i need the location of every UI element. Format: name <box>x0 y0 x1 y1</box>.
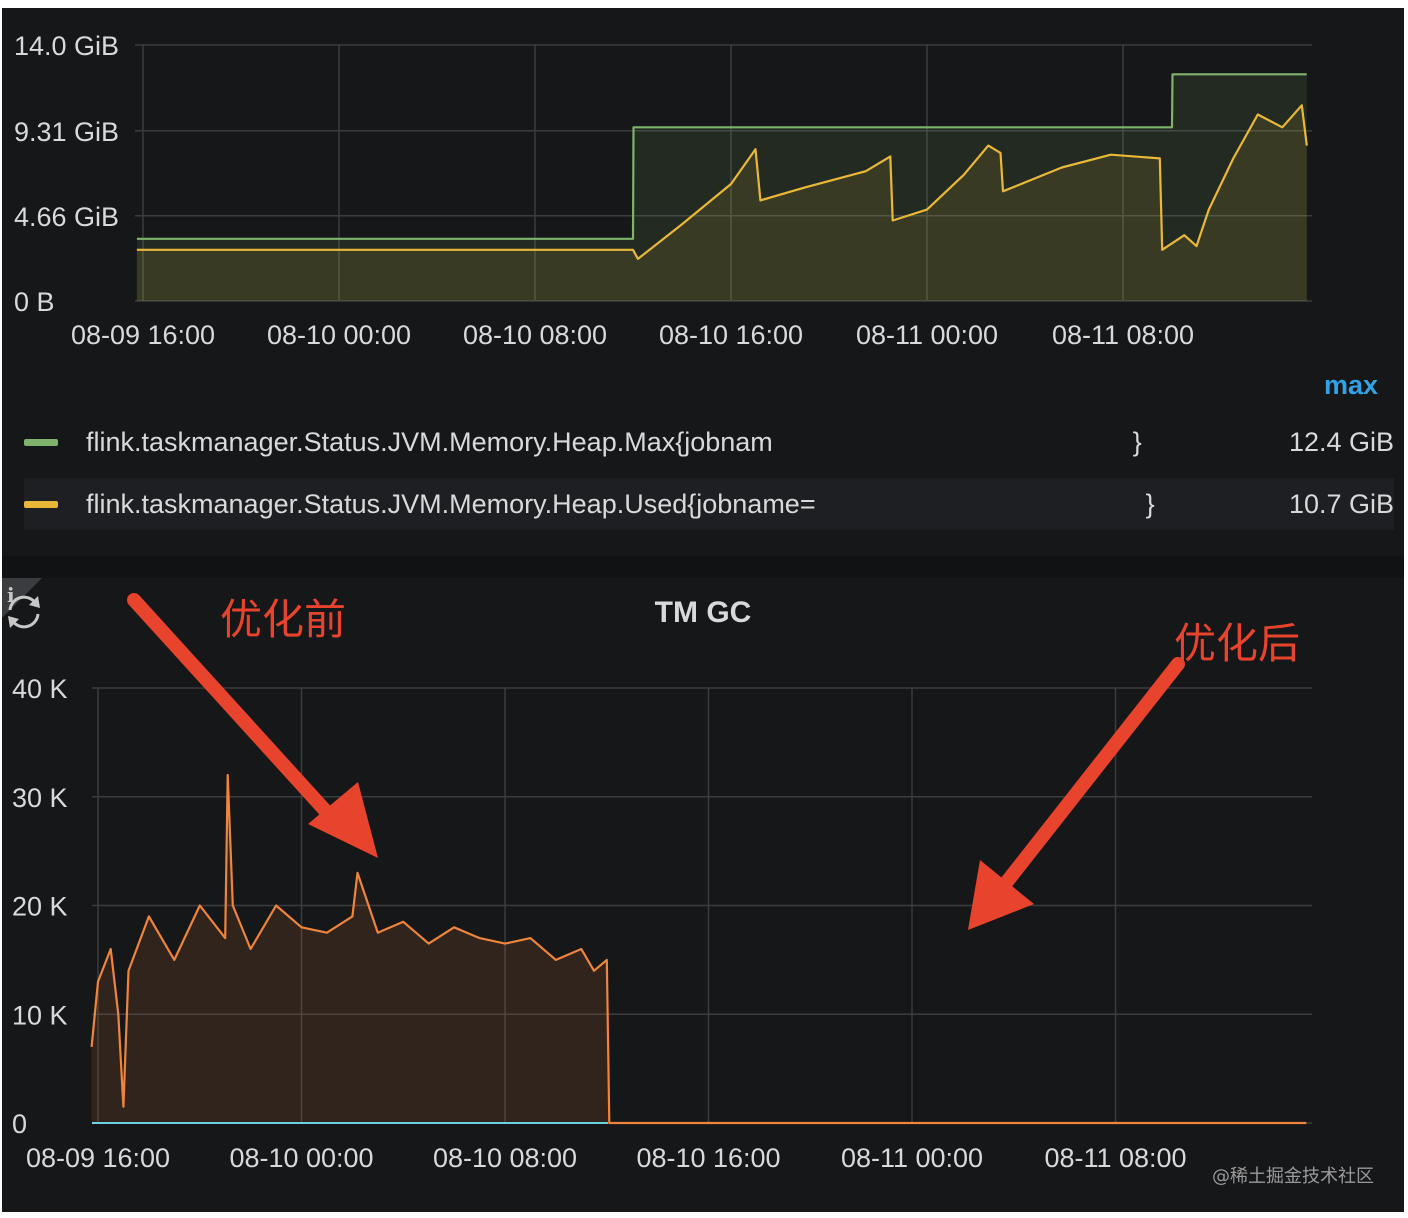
legend-value-heap-used: 10.7 GiB <box>1288 488 1394 519</box>
arrow-after-icon <box>968 657 1185 930</box>
legend-swatch-yellow <box>24 500 58 508</box>
heap-memory-panel: 14.0 GiB 9.31 GiB 4.66 GiB 0 B 08-09 16:00 08… <box>2 8 1404 556</box>
legend-max-header[interactable]: max <box>1324 370 1378 401</box>
x-tick-label: 08-10 16:00 <box>659 320 803 350</box>
y-tick-label: 9.31 GiB <box>14 117 119 147</box>
x-tick-label: 08-11 08:00 <box>1052 320 1194 350</box>
legend-item-heap-max[interactable]: flink.taskmanager.Status.JVM.Memory.Heap… <box>24 416 1394 468</box>
legend-value-heap-max: 12.4 GiB <box>1288 426 1394 457</box>
x-tick-label: 08-09 16:00 <box>71 320 215 350</box>
tm-gc-panel: i TM GC 40 K 30 K 20 K 10 K 0 08-09 16:00 08-1… <box>2 578 1404 1212</box>
x-tick-label: 08-11 00:00 <box>856 320 998 350</box>
panel-divider <box>2 556 1404 578</box>
y-tick-label: 14.0 GiB <box>14 31 119 61</box>
legend-swatch-green <box>24 438 58 446</box>
y-tick-label: 0 B <box>14 287 55 317</box>
y-tick-label: 4.66 GiB <box>14 202 119 232</box>
watermark: @稀土掘金技术社区 <box>1212 1166 1374 1187</box>
heap-memory-chart: 14.0 GiB 9.31 GiB 4.66 GiB 0 B 08-09 16:00 08… <box>14 31 1312 350</box>
legend-name-heap-used: flink.taskmanager.Status.JVM.Memory.Heap… <box>86 488 1155 519</box>
legend-item-heap-used[interactable]: flink.taskmanager.Status.JVM.Memory.Heap… <box>24 478 1394 530</box>
legend-name-heap-max: flink.taskmanager.Status.JVM.Memory.Heap… <box>86 426 1142 457</box>
arrow-before-icon <box>127 593 378 858</box>
x-tick-label: 08-10 08:00 <box>463 320 607 350</box>
x-tick-label: 08-10 00:00 <box>267 320 411 350</box>
annotation-arrows <box>127 593 1185 930</box>
